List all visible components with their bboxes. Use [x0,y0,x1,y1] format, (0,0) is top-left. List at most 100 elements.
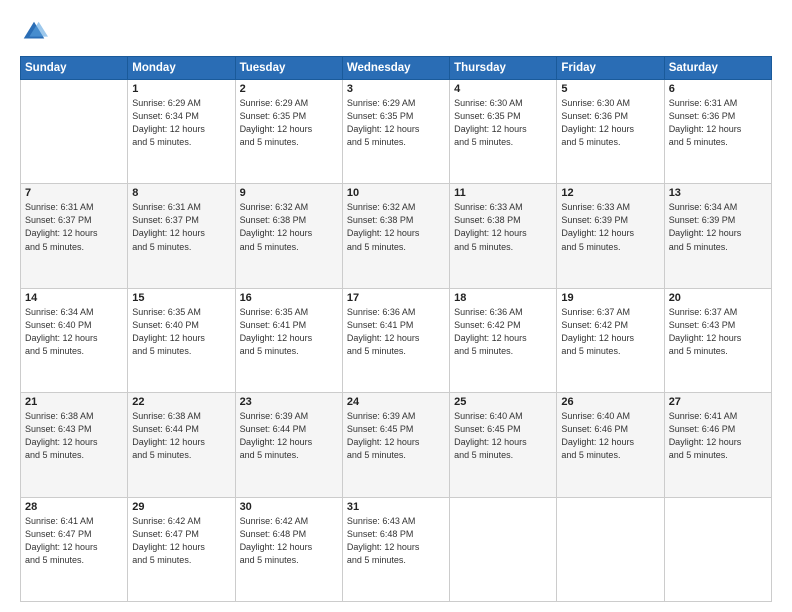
day-number: 4 [454,83,552,95]
calendar-cell: 11 Sunrise: 6:33 AM Sunset: 6:38 PM Dayli… [450,184,557,288]
day-number: 24 [347,396,445,408]
calendar-day-header: Wednesday [342,57,449,80]
logo [20,18,52,46]
day-info: Sunrise: 6:33 AM Sunset: 6:38 PM Dayligh… [454,201,552,253]
day-info: Sunrise: 6:31 AM Sunset: 6:37 PM Dayligh… [132,201,230,253]
calendar-cell: 9Sunrise: 6:32 AM Sunset: 6:38 PM Daylig… [235,184,342,288]
day-number: 27 [669,396,767,408]
calendar-cell: 13Sunrise: 6:34 AM Sunset: 6:39 PM Dayli… [664,184,771,288]
calendar-cell: 6 Sunrise: 6:31 AM Sunset: 6:36 PM Daylig… [664,80,771,184]
day-info: Sunrise: 6:29 AM Sunset: 6:35 PM Dayligh… [347,97,445,149]
day-info: Sunrise: 6:36 AM Sunset: 6:41 PM Dayligh… [347,306,445,358]
calendar-cell: 12 Sunrise: 6:33 AM Sunset: 6:39 PM Dayli… [557,184,664,288]
calendar-week-row: 28 Sunrise: 6:41 AM Sunset: 6:47 PM Dayli… [21,497,772,601]
day-info: Sunrise: 6:35 AM Sunset: 6:41 PM Dayligh… [240,306,338,358]
calendar-cell: 17Sunrise: 6:36 AM Sunset: 6:41 PM Dayli… [342,288,449,392]
day-info: Sunrise: 6:39 AM Sunset: 6:44 PM Dayligh… [240,410,338,462]
day-number: 2 [240,83,338,95]
day-number: 16 [240,292,338,304]
calendar-cell: 2 Sunrise: 6:29 AM Sunset: 6:35 PM Daylig… [235,80,342,184]
calendar-cell: 8 Sunrise: 6:31 AM Sunset: 6:37 PM Daylig… [128,184,235,288]
calendar-header-row: SundayMondayTuesdayWednesdayThursdayFrid… [21,57,772,80]
calendar-cell: 1 Sunrise: 6:29 AM Sunset: 6:34 PM Daylig… [128,80,235,184]
calendar-day-header: Sunday [21,57,128,80]
day-number: 11 [454,187,552,199]
header [20,18,772,46]
day-number: 7 [25,187,123,199]
calendar-cell [450,497,557,601]
calendar-day-header: Monday [128,57,235,80]
calendar-cell: 24 Sunrise: 6:39 AM Sunset: 6:45 PM Dayli… [342,393,449,497]
day-info: Sunrise: 6:40 AM Sunset: 6:46 PM Dayligh… [561,410,659,462]
day-info: Sunrise: 6:30 AM Sunset: 6:36 PM Dayligh… [561,97,659,149]
day-number: 14 [25,292,123,304]
day-number: 29 [132,501,230,513]
day-info: Sunrise: 6:35 AM Sunset: 6:40 PM Dayligh… [132,306,230,358]
day-info: Sunrise: 6:42 AM Sunset: 6:47 PM Dayligh… [132,515,230,567]
day-info: Sunrise: 6:29 AM Sunset: 6:34 PM Dayligh… [132,97,230,149]
day-number: 20 [669,292,767,304]
day-number: 23 [240,396,338,408]
calendar-cell: 16 Sunrise: 6:35 AM Sunset: 6:41 PM Dayli… [235,288,342,392]
calendar-cell: 14Sunrise: 6:34 AM Sunset: 6:40 PM Dayli… [21,288,128,392]
day-info: Sunrise: 6:29 AM Sunset: 6:35 PM Dayligh… [240,97,338,149]
day-info: Sunrise: 6:32 AM Sunset: 6:38 PM Dayligh… [347,201,445,253]
day-info: Sunrise: 6:41 AM Sunset: 6:47 PM Dayligh… [25,515,123,567]
calendar-cell: 5 Sunrise: 6:30 AM Sunset: 6:36 PM Daylig… [557,80,664,184]
day-info: Sunrise: 6:33 AM Sunset: 6:39 PM Dayligh… [561,201,659,253]
day-info: Sunrise: 6:40 AM Sunset: 6:45 PM Dayligh… [454,410,552,462]
day-info: Sunrise: 6:30 AM Sunset: 6:35 PM Dayligh… [454,97,552,149]
calendar-cell: 25 Sunrise: 6:40 AM Sunset: 6:45 PM Dayli… [450,393,557,497]
day-info: Sunrise: 6:37 AM Sunset: 6:42 PM Dayligh… [561,306,659,358]
calendar-week-row: 14Sunrise: 6:34 AM Sunset: 6:40 PM Dayli… [21,288,772,392]
day-number: 6 [669,83,767,95]
day-number: 21 [25,396,123,408]
calendar-cell: 4 Sunrise: 6:30 AM Sunset: 6:35 PM Daylig… [450,80,557,184]
calendar-cell: 27Sunrise: 6:41 AM Sunset: 6:46 PM Dayli… [664,393,771,497]
day-number: 10 [347,187,445,199]
calendar-day-header: Saturday [664,57,771,80]
day-number: 5 [561,83,659,95]
calendar-cell: 30 Sunrise: 6:42 AM Sunset: 6:48 PM Dayli… [235,497,342,601]
day-info: Sunrise: 6:38 AM Sunset: 6:44 PM Dayligh… [132,410,230,462]
day-number: 15 [132,292,230,304]
day-number: 8 [132,187,230,199]
page: SundayMondayTuesdayWednesdayThursdayFrid… [0,0,792,612]
day-number: 31 [347,501,445,513]
day-info: Sunrise: 6:38 AM Sunset: 6:43 PM Dayligh… [25,410,123,462]
day-number: 18 [454,292,552,304]
day-info: Sunrise: 6:32 AM Sunset: 6:38 PM Dayligh… [240,201,338,253]
calendar-week-row: 1 Sunrise: 6:29 AM Sunset: 6:34 PM Daylig… [21,80,772,184]
day-number: 3 [347,83,445,95]
day-number: 13 [669,187,767,199]
calendar-week-row: 21 Sunrise: 6:38 AM Sunset: 6:43 PM Dayli… [21,393,772,497]
day-number: 22 [132,396,230,408]
calendar-day-header: Friday [557,57,664,80]
calendar-cell: 23 Sunrise: 6:39 AM Sunset: 6:44 PM Dayli… [235,393,342,497]
calendar-cell: 20 Sunrise: 6:37 AM Sunset: 6:43 PM Dayli… [664,288,771,392]
day-info: Sunrise: 6:31 AM Sunset: 6:36 PM Dayligh… [669,97,767,149]
calendar-cell: 26 Sunrise: 6:40 AM Sunset: 6:46 PM Dayli… [557,393,664,497]
day-number: 25 [454,396,552,408]
day-info: Sunrise: 6:36 AM Sunset: 6:42 PM Dayligh… [454,306,552,358]
logo-icon [20,18,48,46]
day-number: 12 [561,187,659,199]
calendar-day-header: Thursday [450,57,557,80]
calendar-cell: 28 Sunrise: 6:41 AM Sunset: 6:47 PM Dayli… [21,497,128,601]
day-info: Sunrise: 6:37 AM Sunset: 6:43 PM Dayligh… [669,306,767,358]
calendar-cell: 7Sunrise: 6:31 AM Sunset: 6:37 PM Daylig… [21,184,128,288]
calendar-cell: 22 Sunrise: 6:38 AM Sunset: 6:44 PM Dayli… [128,393,235,497]
day-number: 28 [25,501,123,513]
calendar-cell: 21 Sunrise: 6:38 AM Sunset: 6:43 PM Dayli… [21,393,128,497]
calendar-cell: 19Sunrise: 6:37 AM Sunset: 6:42 PM Dayli… [557,288,664,392]
calendar-cell: 18 Sunrise: 6:36 AM Sunset: 6:42 PM Dayli… [450,288,557,392]
calendar-cell [21,80,128,184]
day-info: Sunrise: 6:43 AM Sunset: 6:48 PM Dayligh… [347,515,445,567]
calendar-cell: 15 Sunrise: 6:35 AM Sunset: 6:40 PM Dayli… [128,288,235,392]
day-number: 1 [132,83,230,95]
day-info: Sunrise: 6:42 AM Sunset: 6:48 PM Dayligh… [240,515,338,567]
day-number: 30 [240,501,338,513]
calendar-cell [664,497,771,601]
day-info: Sunrise: 6:39 AM Sunset: 6:45 PM Dayligh… [347,410,445,462]
day-number: 26 [561,396,659,408]
